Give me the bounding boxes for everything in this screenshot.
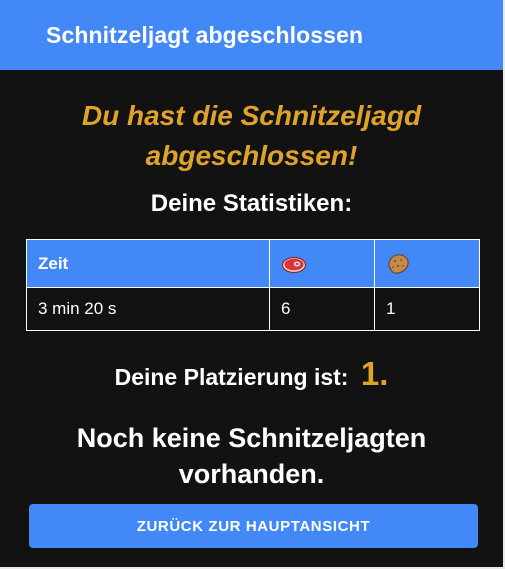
stats-header-row: Zeit	[26, 239, 480, 288]
placement-label: Deine Platzierung ist:	[114, 364, 349, 390]
no-hunts-message: Noch keine Schnitzeljagten vorhanden.	[76, 423, 427, 489]
placement-rank: 1.	[360, 355, 389, 392]
dialog-header: Schnitzeljagt abgeschlossen	[0, 0, 503, 70]
stats-row: 3 min 20 s 6 1	[26, 287, 480, 331]
header-potato	[374, 239, 480, 288]
stats-title: Deine Statistiken:	[150, 190, 353, 217]
back-to-main-button[interactable]: ZURÜCK ZUR HAUPTANSICHT	[29, 504, 478, 548]
stat-meat: 6	[269, 287, 375, 331]
header-meat	[269, 239, 375, 288]
completion-headline: Du hast die Schnitzeljagd abgeschlossen!	[81, 100, 422, 171]
completion-dialog: Schnitzeljagt abgeschlossen Du hast die …	[0, 0, 505, 569]
stat-potato: 1	[374, 287, 480, 331]
dialog-title: Schnitzeljagt abgeschlossen	[46, 21, 364, 48]
stat-time: 3 min 20 s	[26, 287, 270, 331]
meat-icon	[281, 254, 363, 274]
placement: Deine Platzierung ist: 1.	[0, 355, 503, 393]
stats-table: Zeit 3 min 20 s 6 1	[26, 239, 480, 331]
potato-icon	[386, 253, 468, 275]
header-time: Zeit	[26, 239, 270, 288]
